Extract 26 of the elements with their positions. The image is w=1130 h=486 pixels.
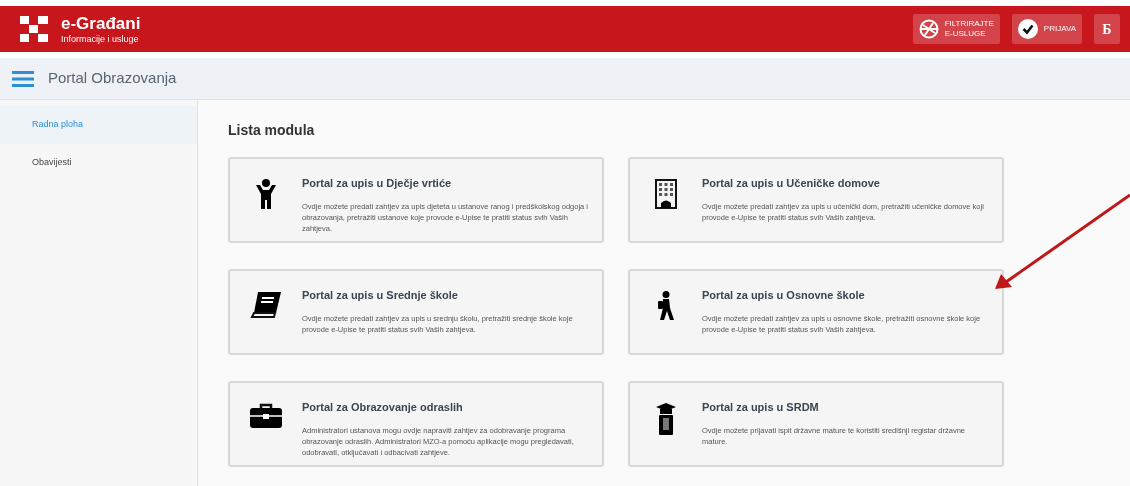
check-icon bbox=[1017, 19, 1038, 39]
module-title: Portal za upis u Srednje škole bbox=[302, 288, 459, 303]
menu-icon[interactable] bbox=[12, 70, 34, 87]
module-card[interactable] bbox=[228, 381, 604, 467]
section-heading: Lista modula bbox=[228, 121, 316, 140]
module-card[interactable] bbox=[228, 157, 604, 243]
language-button[interactable]: Б bbox=[1094, 14, 1120, 44]
filter-button[interactable]: FILTRIRAJTE E-USLUGE bbox=[912, 14, 1000, 44]
globe-icon bbox=[918, 19, 939, 39]
briefcase-icon bbox=[250, 403, 282, 429]
module-title: Portal za upis u Učeničke domove bbox=[702, 176, 881, 191]
site-subtitle: Informacije i usluge bbox=[61, 34, 140, 44]
site-title: e-Građani bbox=[61, 14, 141, 32]
building-icon bbox=[655, 179, 677, 209]
module-title: Portal za upis u SRDM bbox=[702, 400, 820, 415]
child-icon bbox=[255, 179, 277, 209]
logo-icon bbox=[20, 16, 48, 42]
book-icon bbox=[250, 291, 282, 319]
graduate-icon bbox=[656, 403, 676, 435]
module-title: Portal za Obrazovanje odraslih bbox=[302, 400, 464, 415]
portal-title: Portal Obrazovanja bbox=[48, 68, 177, 89]
walking-person-icon bbox=[657, 291, 675, 321]
module-title: Portal za upis u Osnovne škole bbox=[702, 288, 866, 303]
login-button[interactable]: PRIJAVA bbox=[1011, 14, 1082, 44]
sidebar-item[interactable]: Obavijesti bbox=[0, 143, 197, 181]
module-title: Portal za upis u Dječje vrtiće bbox=[302, 176, 453, 191]
